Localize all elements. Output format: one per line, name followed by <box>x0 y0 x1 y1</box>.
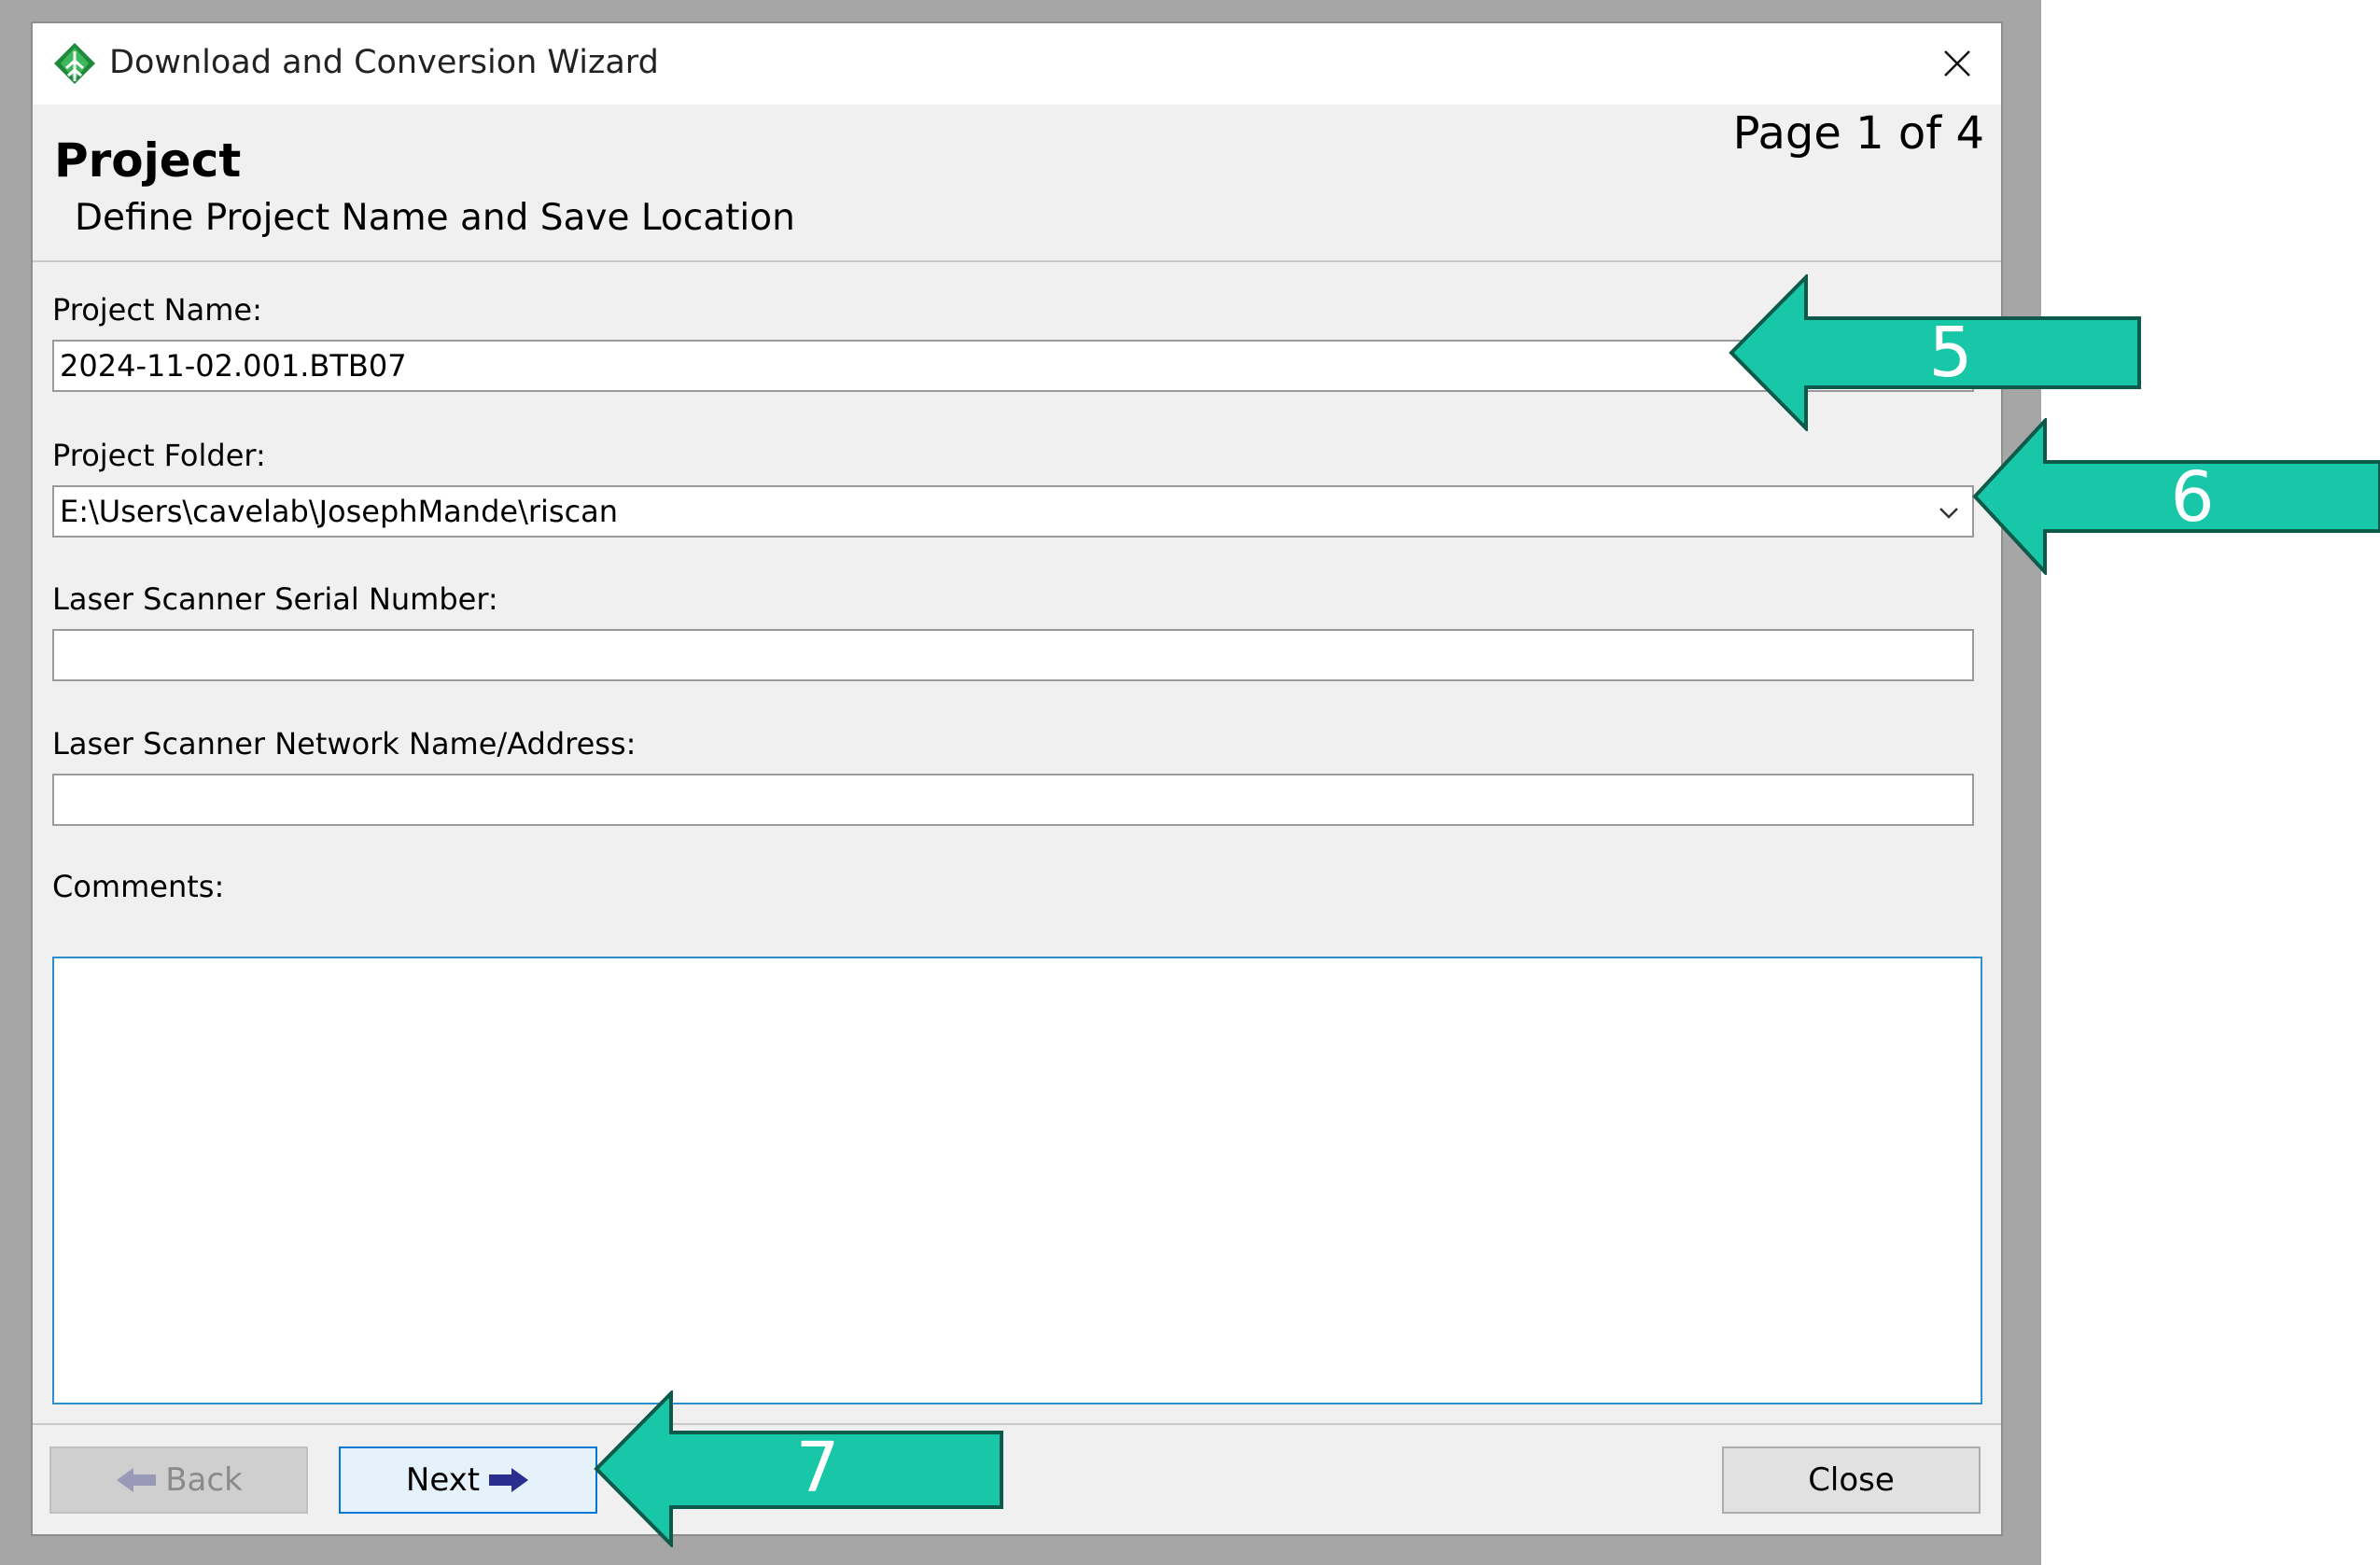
app-tree-icon <box>54 43 95 84</box>
header-divider <box>33 260 2001 262</box>
project-name-label: Project Name: <box>52 292 262 328</box>
next-button[interactable]: Next <box>339 1446 597 1514</box>
page-indicator: Page 1 of 4 <box>1732 107 1984 160</box>
right-arrow-icon <box>489 1468 529 1492</box>
serial-number-label: Laser Scanner Serial Number: <box>52 581 498 617</box>
chevron-down-icon[interactable] <box>1935 498 1963 526</box>
project-folder-value: E:\Users\cavelab\JosephMande\riscan <box>60 494 619 529</box>
network-name-label: Laser Scanner Network Name/Address: <box>52 726 637 762</box>
close-icon[interactable] <box>1934 40 1981 87</box>
project-folder-label: Project Folder: <box>52 438 266 473</box>
page-title: Project <box>54 133 242 188</box>
comments-textarea[interactable] <box>52 957 1982 1404</box>
project-folder-select[interactable]: E:\Users\cavelab\JosephMande\riscan <box>52 485 1974 538</box>
page-subtitle: Define Project Name and Save Location <box>75 197 795 239</box>
window-title: Download and Conversion Wizard <box>109 44 659 81</box>
comments-label: Comments: <box>52 869 225 904</box>
title-bar: Download and Conversion Wizard <box>33 23 2001 105</box>
footer-divider <box>33 1423 2001 1425</box>
network-address-input[interactable] <box>52 774 1974 826</box>
serial-number-input[interactable] <box>52 629 1974 681</box>
back-button[interactable]: Back <box>49 1446 308 1514</box>
close-button-label: Close <box>1808 1461 1895 1499</box>
project-name-input[interactable] <box>52 340 1974 392</box>
callout-label-6: 6 <box>2170 457 2215 538</box>
next-button-label: Next <box>405 1461 481 1499</box>
left-arrow-icon <box>117 1468 157 1492</box>
back-button-label: Back <box>165 1461 243 1499</box>
callout-label-7: 7 <box>795 1428 840 1508</box>
close-button[interactable]: Close <box>1722 1446 1981 1514</box>
wizard-window: Download and Conversion Wizard Page 1 of… <box>31 21 2003 1536</box>
callout-label-5: 5 <box>1928 313 1973 393</box>
